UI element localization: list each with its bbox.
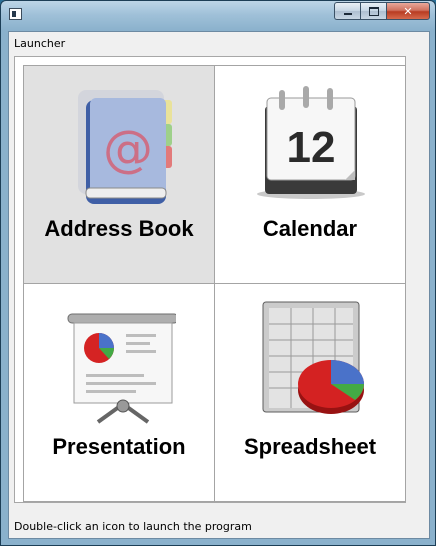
window-controls: ✕ bbox=[334, 2, 430, 20]
svg-text:@: @ bbox=[103, 120, 153, 178]
window-menu-icon[interactable] bbox=[9, 8, 22, 20]
launcher-item-calendar[interactable]: 12 Calendar bbox=[214, 65, 406, 284]
launcher-item-address-book[interactable]: @ Address Book bbox=[23, 65, 215, 284]
launcher-item-label: Address Book bbox=[44, 216, 194, 241]
close-icon: ✕ bbox=[403, 4, 413, 18]
presentation-icon bbox=[67, 313, 176, 424]
launcher-item-label: Presentation bbox=[52, 434, 186, 459]
launcher-item-spreadsheet[interactable]: Spreadsheet bbox=[214, 283, 406, 502]
launcher-item-label: Calendar bbox=[262, 216, 358, 241]
client-area: Launcher @ Address Book 12 Calendar Pres… bbox=[8, 31, 430, 539]
status-text: Double-click an icon to launch the progr… bbox=[14, 520, 252, 533]
address-book-icon: @ bbox=[78, 90, 172, 204]
minimize-button[interactable] bbox=[334, 2, 360, 20]
launcher-window: ✕ Launcher @ Address Book 12 Calendar Pr… bbox=[0, 0, 436, 546]
spreadsheet-icon bbox=[262, 301, 364, 414]
maximize-icon bbox=[368, 6, 379, 16]
calendar-icon: 12 bbox=[257, 86, 365, 199]
minimize-icon bbox=[343, 13, 352, 15]
maximize-button[interactable] bbox=[360, 2, 386, 20]
close-button[interactable]: ✕ bbox=[386, 2, 430, 20]
launcher-grid: @ Address Book 12 Calendar Presentation … bbox=[14, 56, 406, 503]
calendar-day: 12 bbox=[287, 123, 336, 172]
launcher-item-label: Spreadsheet bbox=[243, 434, 377, 459]
title-bar[interactable]: ✕ bbox=[1, 1, 435, 29]
launcher-item-presentation[interactable]: Presentation bbox=[23, 283, 215, 502]
launcher-heading: Launcher bbox=[14, 37, 66, 50]
